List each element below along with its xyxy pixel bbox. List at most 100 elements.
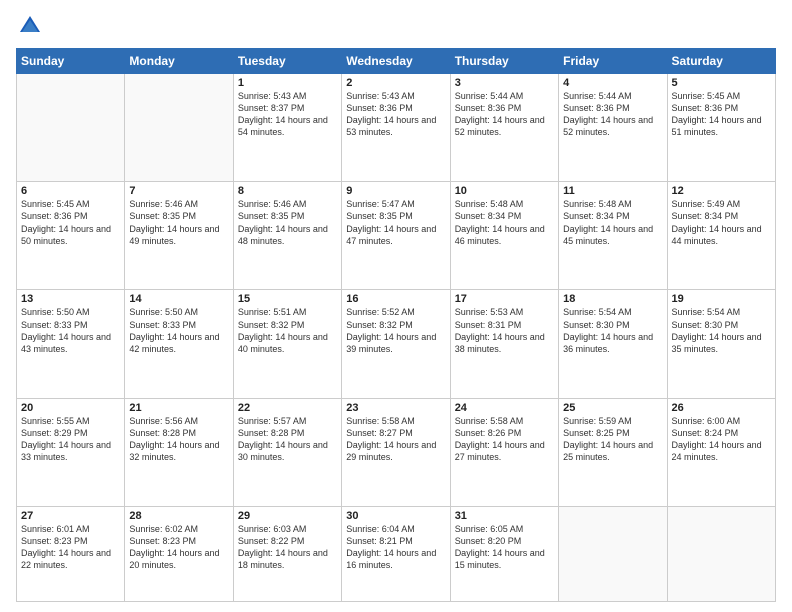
- calendar-cell: [17, 74, 125, 182]
- day-number: 15: [238, 293, 337, 305]
- calendar-cell: 15Sunrise: 5:51 AM Sunset: 8:32 PM Dayli…: [233, 290, 341, 398]
- day-info: Sunrise: 5:58 AM Sunset: 8:27 PM Dayligh…: [346, 415, 445, 464]
- day-number: 13: [21, 293, 120, 305]
- calendar-cell: 7Sunrise: 5:46 AM Sunset: 8:35 PM Daylig…: [125, 182, 233, 290]
- page: SundayMondayTuesdayWednesdayThursdayFrid…: [0, 0, 792, 612]
- day-info: Sunrise: 6:00 AM Sunset: 8:24 PM Dayligh…: [672, 415, 771, 464]
- calendar-cell: 27Sunrise: 6:01 AM Sunset: 8:23 PM Dayli…: [17, 506, 125, 601]
- calendar-cell: 10Sunrise: 5:48 AM Sunset: 8:34 PM Dayli…: [450, 182, 558, 290]
- week-row-2: 6Sunrise: 5:45 AM Sunset: 8:36 PM Daylig…: [17, 182, 776, 290]
- calendar-cell: 21Sunrise: 5:56 AM Sunset: 8:28 PM Dayli…: [125, 398, 233, 506]
- day-info: Sunrise: 5:57 AM Sunset: 8:28 PM Dayligh…: [238, 415, 337, 464]
- calendar-header: SundayMondayTuesdayWednesdayThursdayFrid…: [17, 49, 776, 74]
- day-info: Sunrise: 5:50 AM Sunset: 8:33 PM Dayligh…: [21, 306, 120, 355]
- day-info: Sunrise: 5:51 AM Sunset: 8:32 PM Dayligh…: [238, 306, 337, 355]
- day-info: Sunrise: 5:55 AM Sunset: 8:29 PM Dayligh…: [21, 415, 120, 464]
- day-info: Sunrise: 5:46 AM Sunset: 8:35 PM Dayligh…: [129, 198, 228, 247]
- calendar-cell: 23Sunrise: 5:58 AM Sunset: 8:27 PM Dayli…: [342, 398, 450, 506]
- calendar-cell: 20Sunrise: 5:55 AM Sunset: 8:29 PM Dayli…: [17, 398, 125, 506]
- calendar-cell: [667, 506, 775, 601]
- calendar-header-wednesday: Wednesday: [342, 49, 450, 74]
- calendar-cell: [559, 506, 667, 601]
- day-info: Sunrise: 5:54 AM Sunset: 8:30 PM Dayligh…: [672, 306, 771, 355]
- logo-icon: [16, 12, 44, 40]
- day-info: Sunrise: 5:48 AM Sunset: 8:34 PM Dayligh…: [455, 198, 554, 247]
- day-info: Sunrise: 5:53 AM Sunset: 8:31 PM Dayligh…: [455, 306, 554, 355]
- calendar-cell: 31Sunrise: 6:05 AM Sunset: 8:20 PM Dayli…: [450, 506, 558, 601]
- day-info: Sunrise: 6:02 AM Sunset: 8:23 PM Dayligh…: [129, 523, 228, 572]
- calendar-cell: 8Sunrise: 5:46 AM Sunset: 8:35 PM Daylig…: [233, 182, 341, 290]
- day-info: Sunrise: 5:56 AM Sunset: 8:28 PM Dayligh…: [129, 415, 228, 464]
- day-number: 6: [21, 185, 120, 197]
- calendar-cell: 29Sunrise: 6:03 AM Sunset: 8:22 PM Dayli…: [233, 506, 341, 601]
- week-row-4: 20Sunrise: 5:55 AM Sunset: 8:29 PM Dayli…: [17, 398, 776, 506]
- day-number: 31: [455, 510, 554, 522]
- calendar-header-sunday: Sunday: [17, 49, 125, 74]
- day-number: 26: [672, 402, 771, 414]
- day-number: 8: [238, 185, 337, 197]
- day-number: 16: [346, 293, 445, 305]
- day-number: 28: [129, 510, 228, 522]
- day-number: 10: [455, 185, 554, 197]
- calendar-cell: [125, 74, 233, 182]
- day-info: Sunrise: 5:43 AM Sunset: 8:37 PM Dayligh…: [238, 90, 337, 139]
- day-number: 27: [21, 510, 120, 522]
- day-info: Sunrise: 5:45 AM Sunset: 8:36 PM Dayligh…: [21, 198, 120, 247]
- calendar-cell: 24Sunrise: 5:58 AM Sunset: 8:26 PM Dayli…: [450, 398, 558, 506]
- day-number: 19: [672, 293, 771, 305]
- week-row-1: 1Sunrise: 5:43 AM Sunset: 8:37 PM Daylig…: [17, 74, 776, 182]
- day-info: Sunrise: 5:45 AM Sunset: 8:36 PM Dayligh…: [672, 90, 771, 139]
- calendar-cell: 18Sunrise: 5:54 AM Sunset: 8:30 PM Dayli…: [559, 290, 667, 398]
- calendar-cell: 28Sunrise: 6:02 AM Sunset: 8:23 PM Dayli…: [125, 506, 233, 601]
- day-info: Sunrise: 5:46 AM Sunset: 8:35 PM Dayligh…: [238, 198, 337, 247]
- day-info: Sunrise: 6:05 AM Sunset: 8:20 PM Dayligh…: [455, 523, 554, 572]
- day-number: 29: [238, 510, 337, 522]
- day-info: Sunrise: 5:48 AM Sunset: 8:34 PM Dayligh…: [563, 198, 662, 247]
- day-info: Sunrise: 5:49 AM Sunset: 8:34 PM Dayligh…: [672, 198, 771, 247]
- day-info: Sunrise: 5:52 AM Sunset: 8:32 PM Dayligh…: [346, 306, 445, 355]
- week-row-5: 27Sunrise: 6:01 AM Sunset: 8:23 PM Dayli…: [17, 506, 776, 601]
- calendar-cell: 5Sunrise: 5:45 AM Sunset: 8:36 PM Daylig…: [667, 74, 775, 182]
- calendar-header-friday: Friday: [559, 49, 667, 74]
- day-number: 23: [346, 402, 445, 414]
- header-row: SundayMondayTuesdayWednesdayThursdayFrid…: [17, 49, 776, 74]
- header: [16, 12, 776, 40]
- day-number: 22: [238, 402, 337, 414]
- day-number: 14: [129, 293, 228, 305]
- day-info: Sunrise: 5:54 AM Sunset: 8:30 PM Dayligh…: [563, 306, 662, 355]
- calendar-cell: 17Sunrise: 5:53 AM Sunset: 8:31 PM Dayli…: [450, 290, 558, 398]
- calendar-cell: 30Sunrise: 6:04 AM Sunset: 8:21 PM Dayli…: [342, 506, 450, 601]
- logo: [16, 12, 48, 40]
- day-info: Sunrise: 5:50 AM Sunset: 8:33 PM Dayligh…: [129, 306, 228, 355]
- day-number: 20: [21, 402, 120, 414]
- day-number: 7: [129, 185, 228, 197]
- day-info: Sunrise: 5:43 AM Sunset: 8:36 PM Dayligh…: [346, 90, 445, 139]
- day-info: Sunrise: 6:04 AM Sunset: 8:21 PM Dayligh…: [346, 523, 445, 572]
- day-number: 30: [346, 510, 445, 522]
- day-number: 5: [672, 77, 771, 89]
- day-number: 17: [455, 293, 554, 305]
- calendar-cell: 13Sunrise: 5:50 AM Sunset: 8:33 PM Dayli…: [17, 290, 125, 398]
- calendar-header-thursday: Thursday: [450, 49, 558, 74]
- day-info: Sunrise: 5:44 AM Sunset: 8:36 PM Dayligh…: [563, 90, 662, 139]
- calendar-cell: 1Sunrise: 5:43 AM Sunset: 8:37 PM Daylig…: [233, 74, 341, 182]
- day-info: Sunrise: 5:47 AM Sunset: 8:35 PM Dayligh…: [346, 198, 445, 247]
- calendar-header-tuesday: Tuesday: [233, 49, 341, 74]
- day-info: Sunrise: 6:03 AM Sunset: 8:22 PM Dayligh…: [238, 523, 337, 572]
- day-number: 1: [238, 77, 337, 89]
- day-number: 12: [672, 185, 771, 197]
- day-number: 4: [563, 77, 662, 89]
- calendar-cell: 14Sunrise: 5:50 AM Sunset: 8:33 PM Dayli…: [125, 290, 233, 398]
- calendar-cell: 12Sunrise: 5:49 AM Sunset: 8:34 PM Dayli…: [667, 182, 775, 290]
- day-info: Sunrise: 6:01 AM Sunset: 8:23 PM Dayligh…: [21, 523, 120, 572]
- calendar-cell: 11Sunrise: 5:48 AM Sunset: 8:34 PM Dayli…: [559, 182, 667, 290]
- day-number: 11: [563, 185, 662, 197]
- calendar-cell: 3Sunrise: 5:44 AM Sunset: 8:36 PM Daylig…: [450, 74, 558, 182]
- calendar-table: SundayMondayTuesdayWednesdayThursdayFrid…: [16, 48, 776, 602]
- calendar-cell: 6Sunrise: 5:45 AM Sunset: 8:36 PM Daylig…: [17, 182, 125, 290]
- day-number: 21: [129, 402, 228, 414]
- day-number: 24: [455, 402, 554, 414]
- calendar-cell: 9Sunrise: 5:47 AM Sunset: 8:35 PM Daylig…: [342, 182, 450, 290]
- day-info: Sunrise: 5:44 AM Sunset: 8:36 PM Dayligh…: [455, 90, 554, 139]
- day-number: 3: [455, 77, 554, 89]
